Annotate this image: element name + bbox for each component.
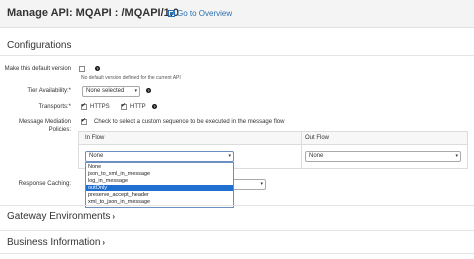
help-icon[interactable]: ? — [152, 104, 157, 109]
gateway-environments-title[interactable]: Gateway Environments › — [7, 211, 115, 222]
in-flow-header: In Flow — [85, 135, 105, 141]
caret-down-icon: ▾ — [134, 88, 137, 94]
transports-label: Transports:* — [38, 104, 71, 110]
page-header: Manage API: MQAPI : /MQAPI/1.0 Go to Ove… — [0, 0, 474, 28]
default-version-hint: No default version defined for the curre… — [81, 75, 181, 81]
default-version-checkbox[interactable] — [79, 66, 85, 72]
go-to-overview-label: Go to Overview — [177, 9, 233, 18]
dropdown-option[interactable]: json_to_xml_in_message — [86, 171, 233, 177]
out-flow-header: Out Flow — [305, 135, 330, 141]
tier-availability-value: None selected — [86, 88, 125, 94]
overview-icon — [168, 10, 175, 17]
go-to-overview-link[interactable]: Go to Overview — [168, 9, 232, 18]
response-caching-label: Response Caching: — [18, 181, 71, 187]
divider — [0, 205, 474, 206]
in-flow-value: None — [89, 153, 104, 159]
dropdown-option-selected[interactable]: outOnly — [86, 185, 233, 191]
business-information-label: Business Information — [7, 237, 101, 248]
dropdown-option[interactable]: log_in_message — [86, 178, 233, 184]
help-icon[interactable]: ? — [146, 88, 151, 93]
dropdown-option[interactable]: None — [86, 164, 233, 170]
out-flow-select[interactable]: None ▾ — [305, 151, 461, 162]
in-flow-select[interactable]: None ▾ — [85, 151, 234, 162]
divider — [0, 230, 474, 231]
mediation-label: Message Mediation — [18, 119, 71, 125]
business-information-title[interactable]: Business Information › — [7, 237, 105, 248]
help-icon[interactable]: ? — [95, 66, 100, 71]
default-version-label: Make this default version — [4, 66, 71, 72]
caret-down-icon: ▾ — [228, 153, 231, 159]
mediation-label-2: Policies: — [48, 127, 71, 133]
page-title: Manage API: MQAPI : /MQAPI/1.0 — [7, 7, 179, 19]
column-divider — [301, 132, 302, 168]
in-flow-dropdown-list[interactable]: None json_to_xml_in_message log_in_messa… — [85, 162, 234, 208]
chevron-right-icon: › — [102, 238, 106, 247]
divider — [0, 55, 474, 56]
tier-availability-label: Tier Availability:* — [27, 88, 71, 94]
mediation-checkbox[interactable] — [81, 117, 87, 125]
https-checkbox[interactable] — [81, 102, 87, 110]
dropdown-option[interactable]: preserve_accept_header — [86, 192, 233, 198]
http-label: HTTP — [130, 104, 146, 110]
tier-availability-select[interactable]: None selected ▾ — [82, 86, 140, 97]
caret-down-icon: ▾ — [455, 153, 458, 159]
response-caching-select[interactable]: ▾ — [232, 179, 266, 190]
configurations-section-title[interactable]: Configurations — [7, 40, 71, 51]
caret-down-icon: ▾ — [260, 181, 263, 187]
https-label: HTTPS — [90, 104, 110, 110]
http-checkbox[interactable] — [121, 102, 127, 110]
flow-table-header: In Flow Out Flow — [79, 132, 467, 145]
chevron-right-icon: › — [112, 212, 116, 221]
mediation-checkbox-text: Check to select a custom sequence to be … — [94, 119, 285, 125]
gateway-environments-label: Gateway Environments — [7, 211, 111, 222]
divider — [0, 253, 474, 254]
out-flow-value: None — [309, 153, 324, 159]
